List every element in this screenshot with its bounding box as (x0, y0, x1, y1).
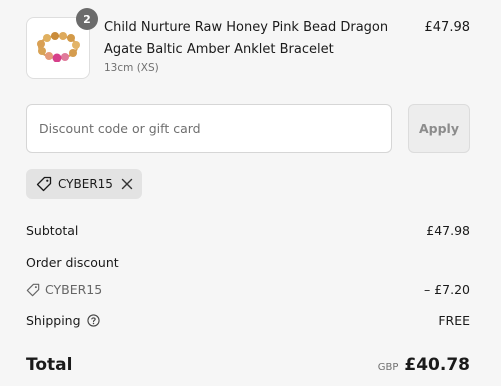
close-icon[interactable] (121, 178, 139, 190)
currency-code: GBP (377, 362, 399, 373)
discount-code-placeholder: Discount code or gift card (39, 121, 201, 136)
tag-icon (36, 176, 52, 192)
total-amount: GBP £40.78 (378, 355, 470, 375)
product-price: £47.98 (424, 20, 471, 35)
subtotal-label: Subtotal (26, 223, 79, 238)
tag-icon (26, 283, 40, 296)
product-variant: 13cm (XS) (104, 62, 159, 74)
subtotal-value: £47.98 (426, 223, 470, 238)
shipping-row: Shipping (26, 313, 100, 328)
discount-code-row: CYBER15 (26, 282, 102, 297)
help-circle-icon[interactable] (86, 314, 100, 327)
shipping-label: Shipping (26, 313, 81, 328)
product-title: Child Nurture Raw Honey Pink Bead Dragon… (104, 20, 389, 57)
quantity-badge: 2 (76, 8, 98, 30)
total-label: Total (26, 355, 73, 375)
total-value: £40.78 (404, 355, 470, 375)
shipping-value: FREE (438, 313, 470, 328)
applied-code-label: CYBER15 (58, 177, 113, 191)
applied-discount-chip: CYBER15 (26, 169, 142, 199)
order-discount-label: Order discount (26, 255, 119, 270)
bracelet-image (37, 32, 80, 62)
apply-button[interactable]: Apply (408, 104, 470, 153)
discount-code-input[interactable]: Discount code or gift card (26, 104, 392, 153)
discount-value: – £7.20 (423, 282, 470, 297)
discount-code-text: CYBER15 (45, 282, 103, 297)
